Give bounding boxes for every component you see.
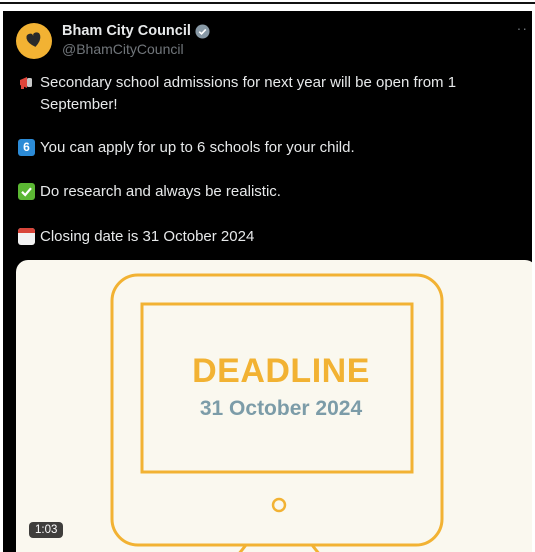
- tweet-line-closing: Closing date is 31 October 2024: [18, 226, 518, 248]
- keycap-six-icon: 6: [18, 139, 35, 156]
- more-options-icon[interactable]: ··: [517, 20, 528, 36]
- tweet-text: Do research and always be realistic.: [40, 183, 281, 200]
- avatar[interactable]: [16, 23, 52, 59]
- tweet-line-admissions: Secondary school admissions for next yea…: [18, 72, 518, 116]
- tweet-line-research: Do research and always be realistic.: [18, 181, 518, 203]
- display-name[interactable]: Bham City Council: [62, 23, 191, 39]
- tweet-text: You can apply for up to 6 schools for yo…: [40, 139, 355, 156]
- tweet-text: Secondary school admissions for next yea…: [40, 74, 457, 113]
- verified-badge-icon: [195, 23, 210, 39]
- calendar-icon: [18, 228, 35, 245]
- top-divider: [0, 2, 535, 4]
- check-mark-icon: [18, 183, 35, 200]
- tweet-line-schools: 6 You can apply for up to 6 schools for …: [18, 137, 518, 159]
- screenshot-frame: Bham City Council @BhamCityCouncil ·· Se…: [0, 0, 535, 552]
- video-duration-badge: 1:03: [29, 522, 64, 538]
- deadline-headline: DEADLINE: [192, 352, 370, 390]
- tweet-card[interactable]: Bham City Council @BhamCityCouncil ·· Se…: [3, 11, 532, 552]
- account-handle[interactable]: @BhamCityCouncil: [62, 41, 184, 57]
- heart-logo-icon: [26, 32, 41, 47]
- video-media[interactable]: DEADLINE 31 October 2024 1:03: [16, 260, 532, 552]
- megaphone-icon: [18, 74, 35, 91]
- deadline-date: 31 October 2024: [199, 397, 363, 420]
- tweet-text: Closing date is 31 October 2024: [40, 228, 255, 245]
